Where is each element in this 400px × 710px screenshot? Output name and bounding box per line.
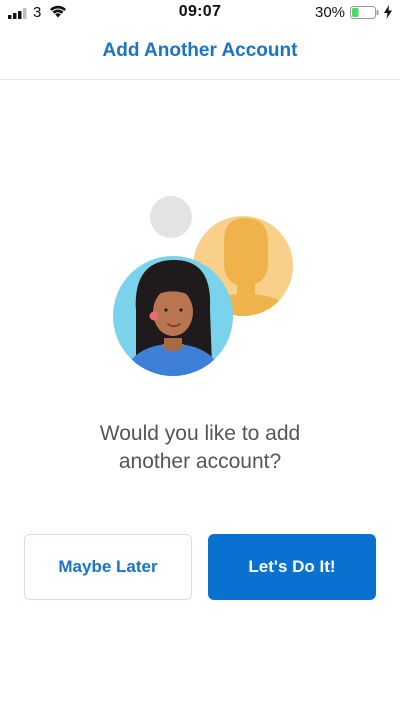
status-bar: 3 09:07 30% — [0, 0, 400, 26]
prompt-line-2: another account? — [118, 450, 282, 473]
battery-percentage: 30% — [315, 4, 346, 21]
battery-icon — [350, 6, 379, 19]
charging-bolt-icon — [384, 5, 392, 19]
lets-do-it-button[interactable]: Let's Do It! — [208, 534, 376, 600]
battery-level-fill — [352, 8, 359, 17]
maybe-later-button[interactable]: Maybe Later — [24, 534, 192, 600]
prompt-line-1: Would you like to add — [99, 422, 301, 445]
add-account-prompt: Would you like to add another account? — [40, 420, 360, 476]
placeholder-avatar-circle — [150, 196, 192, 238]
account-avatars-illustration — [113, 196, 293, 376]
woman-avatar — [113, 256, 233, 376]
nav-header: Add Another Account — [0, 26, 400, 80]
page-title: Add Another Account — [102, 40, 298, 61]
